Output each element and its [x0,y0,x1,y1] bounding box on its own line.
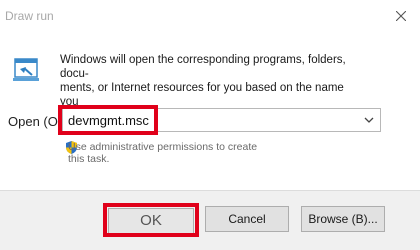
open-combobox[interactable] [62,108,381,132]
chevron-down-icon[interactable] [361,112,377,128]
ok-button[interactable]: OK [108,208,194,234]
window-title: Draw run [5,9,54,23]
close-icon [396,11,406,21]
title-bar[interactable]: Draw run [0,0,420,32]
browse-button[interactable]: Browse (B)... [301,206,385,232]
close-button[interactable] [386,3,416,29]
open-input[interactable] [63,109,353,131]
cancel-button[interactable]: Cancel [205,206,289,232]
run-icon [13,58,39,81]
admin-note: Use administrative permissions to create… [68,141,258,165]
run-dialog: Draw run Windows will open the correspon… [0,0,420,250]
open-label: Open (O): [8,114,66,129]
